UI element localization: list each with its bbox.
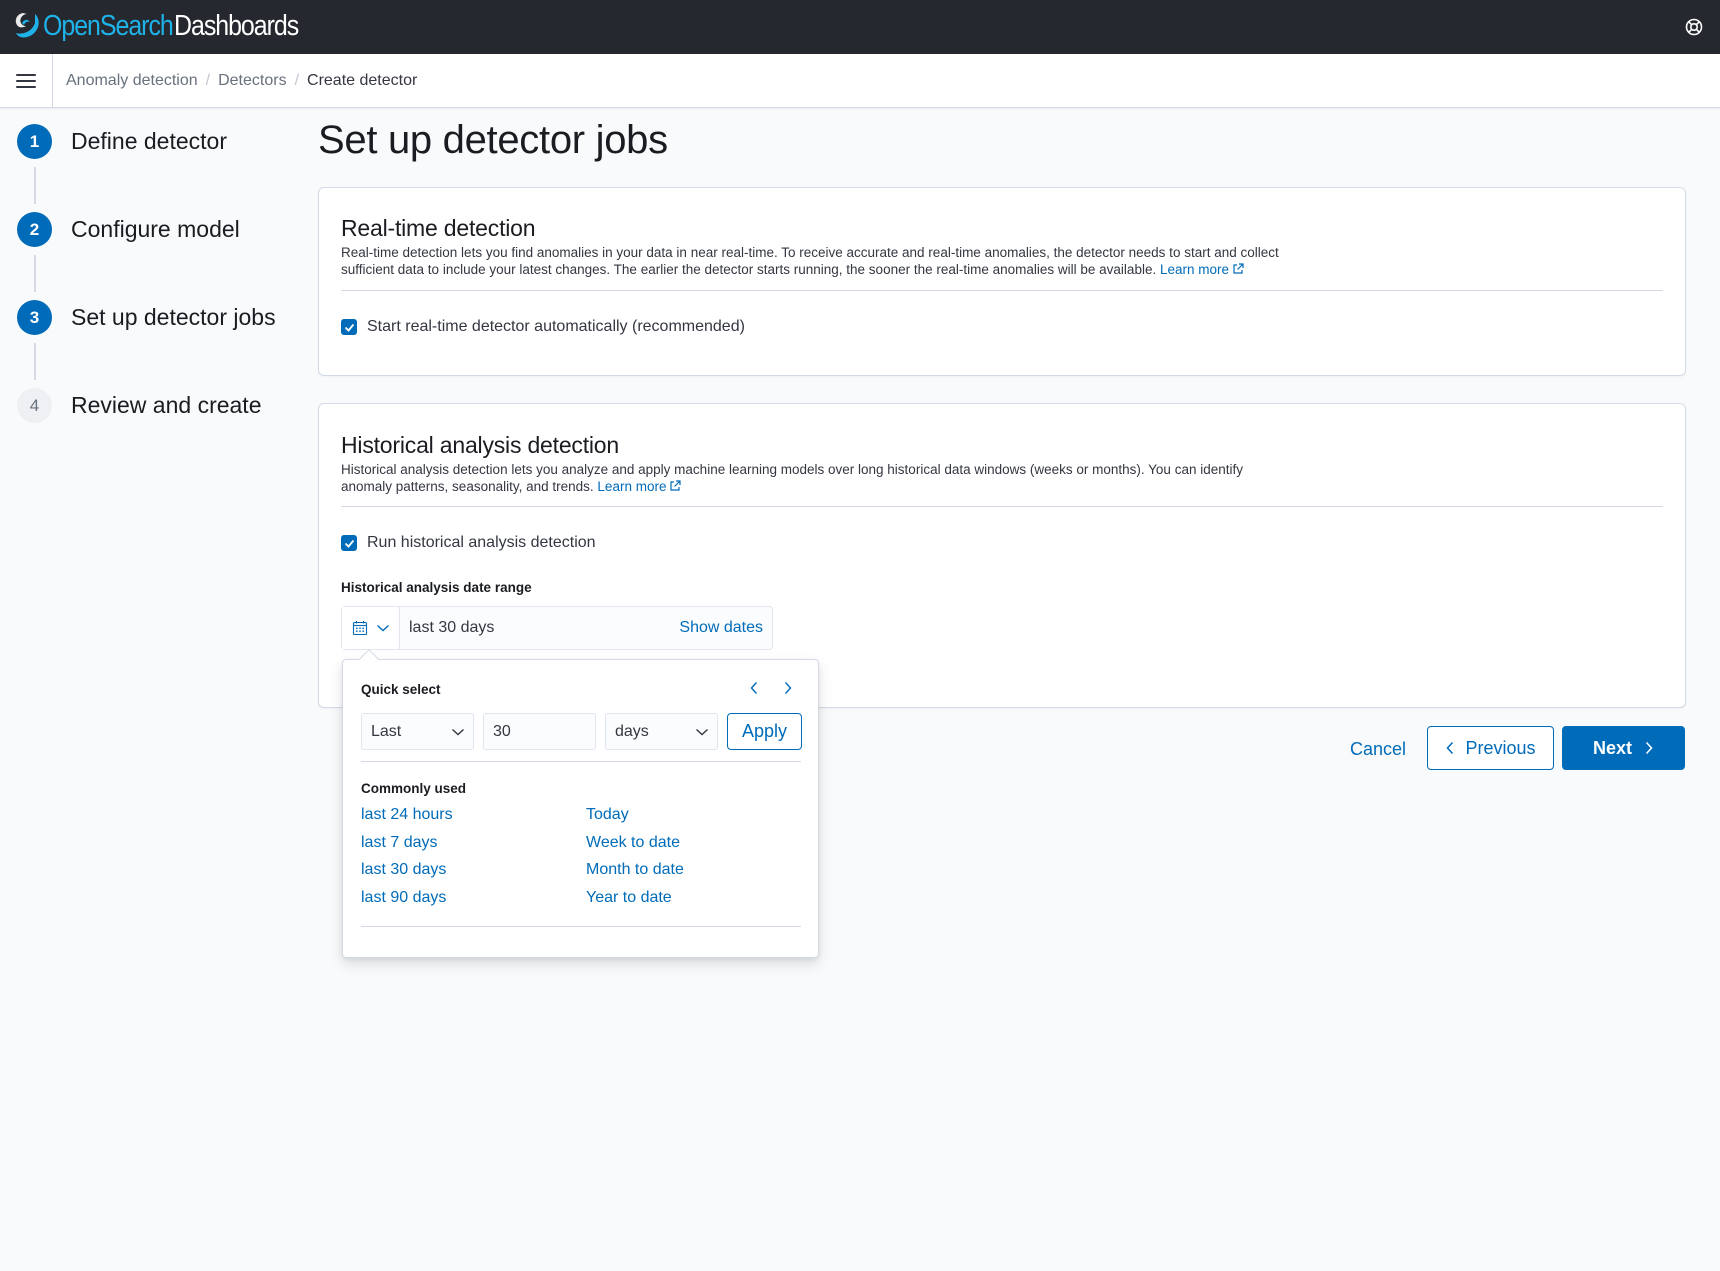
breadcrumb-bar: Anomaly detection / Detectors / Create d… xyxy=(0,54,1720,108)
hamburger-icon-line xyxy=(16,86,36,88)
unit-value: days xyxy=(615,722,649,740)
header-divider xyxy=(52,54,53,108)
show-dates-button[interactable]: Show dates xyxy=(679,619,763,637)
chevron-left-icon xyxy=(1446,741,1454,755)
check-icon xyxy=(344,323,354,332)
logo-text-search: Search xyxy=(99,9,174,42)
amount-value: 30 xyxy=(493,722,511,740)
previous-button-label: Previous xyxy=(1465,737,1536,758)
realtime-checkbox-label[interactable]: Start real-time detector automatically (… xyxy=(367,318,745,336)
learn-more-label: Learn more xyxy=(1159,261,1230,277)
quick-select-amount-input[interactable]: 30 xyxy=(483,713,596,750)
chevron-left-icon xyxy=(750,682,758,694)
realtime-checkbox[interactable] xyxy=(341,319,357,335)
breadcrumb-separator: / xyxy=(294,72,300,89)
commonly-used-item[interactable]: last 90 days xyxy=(361,888,586,909)
divider xyxy=(341,506,1663,507)
step-connector xyxy=(34,255,36,292)
chevron-down-icon xyxy=(376,624,389,632)
step-label: Configure model xyxy=(71,216,240,242)
realtime-title: Real-time detection xyxy=(341,215,536,241)
realtime-detection-panel: Real-time detection Real-time detection … xyxy=(318,187,1686,376)
step-number: 4 xyxy=(17,388,52,423)
step-connector xyxy=(34,343,36,380)
breadcrumb-create-detector: Create detector xyxy=(307,72,418,89)
commonly-used-item[interactable]: Today xyxy=(586,805,801,826)
hamburger-icon-line xyxy=(16,80,36,82)
step-label: Set up detector jobs xyxy=(71,304,276,330)
step-number: 2 xyxy=(17,212,52,247)
divider xyxy=(361,761,801,762)
top-header: OpenSearch Dashboards xyxy=(0,0,1720,54)
realtime-description-line: Real-time detection lets you find anomal… xyxy=(341,245,1279,260)
next-button-label: Next xyxy=(1592,737,1632,758)
calendar-icon xyxy=(352,621,367,636)
quick-select-nav xyxy=(744,677,798,699)
learn-more-label: Learn more xyxy=(597,478,667,494)
step-number: 1 xyxy=(17,124,52,159)
historical-title: Historical analysis detection xyxy=(341,432,619,458)
commonly-used-item[interactable]: last 7 days xyxy=(361,833,586,854)
commonly-used-item[interactable]: Year to date xyxy=(586,888,801,909)
commonly-used-item[interactable]: Month to date xyxy=(586,860,801,881)
menu-toggle-button[interactable] xyxy=(14,69,38,93)
logo-text-open: Open xyxy=(43,9,101,42)
chevron-right-icon xyxy=(784,682,792,694)
commonly-used-item[interactable]: Week to date xyxy=(586,833,801,854)
historical-description-line: Historical analysis detection lets you a… xyxy=(341,462,1243,477)
breadcrumb: Anomaly detection / Detectors / Create d… xyxy=(66,54,417,108)
commonly-used-item[interactable]: last 24 hours xyxy=(361,805,586,826)
external-link-icon xyxy=(1233,262,1244,274)
direction-value: Last xyxy=(371,722,402,740)
historical-description: Historical analysis detection lets you a… xyxy=(341,462,1341,495)
historical-description-line: anomaly patterns, seasonality, and trend… xyxy=(341,478,594,494)
logo-text-dashboards: Dashboards xyxy=(173,9,299,42)
breadcrumb-separator: / xyxy=(205,72,211,89)
date-range-picker: last 30 days Show dates xyxy=(341,606,773,650)
quick-select-title: Quick select xyxy=(361,682,441,697)
chevron-right-icon xyxy=(1645,741,1653,755)
realtime-checkbox-row[interactable]: Start real-time detector automatically (… xyxy=(341,318,745,336)
historical-checkbox[interactable] xyxy=(341,535,357,551)
previous-button[interactable]: Previous xyxy=(1427,726,1554,770)
breadcrumb-anomaly-detection[interactable]: Anomaly detection xyxy=(66,72,198,90)
quick-select-toggle-button[interactable] xyxy=(342,607,400,649)
hamburger-icon-line xyxy=(16,74,36,76)
quick-select-popover: Quick select Last 30 days Apply Commonly… xyxy=(342,649,819,958)
breadcrumb-detectors[interactable]: Detectors xyxy=(218,72,286,90)
quick-select-direction-select[interactable]: Last xyxy=(361,713,474,750)
previous-period-button[interactable] xyxy=(744,677,764,699)
opensearch-logo-icon xyxy=(15,13,39,38)
chevron-down-icon xyxy=(452,728,464,735)
quick-select-unit-select[interactable]: days xyxy=(605,713,718,750)
step-connector xyxy=(34,167,36,204)
cancel-button[interactable]: Cancel xyxy=(1342,727,1414,771)
historical-learn-more-link[interactable]: Learn more xyxy=(597,478,682,494)
step-label: Define detector xyxy=(71,128,227,154)
realtime-learn-more-link[interactable]: Learn more xyxy=(1160,262,1244,277)
quick-select-row: Last 30 days Apply xyxy=(361,713,802,750)
next-period-button[interactable] xyxy=(778,677,798,699)
opensearch-dashboards-logo[interactable]: OpenSearch Dashboards xyxy=(13,9,318,43)
commonly-used-title: Commonly used xyxy=(361,781,467,796)
commonly-used-item[interactable]: last 30 days xyxy=(361,860,586,881)
historical-checkbox-label[interactable]: Run historical analysis detection xyxy=(367,534,596,552)
chevron-down-icon xyxy=(696,728,708,735)
external-link-icon xyxy=(670,479,682,491)
historical-checkbox-row[interactable]: Run historical analysis detection xyxy=(341,534,596,552)
step-label: Review and create xyxy=(71,392,262,418)
help-icon[interactable] xyxy=(1684,17,1704,37)
realtime-description-line: sufficient data to include your latest c… xyxy=(341,261,1157,277)
date-range-label: Historical analysis date range xyxy=(341,580,532,595)
date-range-value[interactable]: last 30 days xyxy=(409,619,679,637)
divider xyxy=(341,290,1663,291)
divider xyxy=(361,926,801,927)
commonly-used-list: last 24 hours Today last 7 days Week to … xyxy=(361,805,801,908)
step-number: 3 xyxy=(17,300,52,335)
check-icon xyxy=(344,539,354,548)
realtime-description: Real-time detection lets you find anomal… xyxy=(341,245,1341,278)
page-title: Set up detector jobs xyxy=(318,118,668,162)
apply-button[interactable]: Apply xyxy=(727,713,802,750)
next-button[interactable]: Next xyxy=(1562,726,1685,770)
